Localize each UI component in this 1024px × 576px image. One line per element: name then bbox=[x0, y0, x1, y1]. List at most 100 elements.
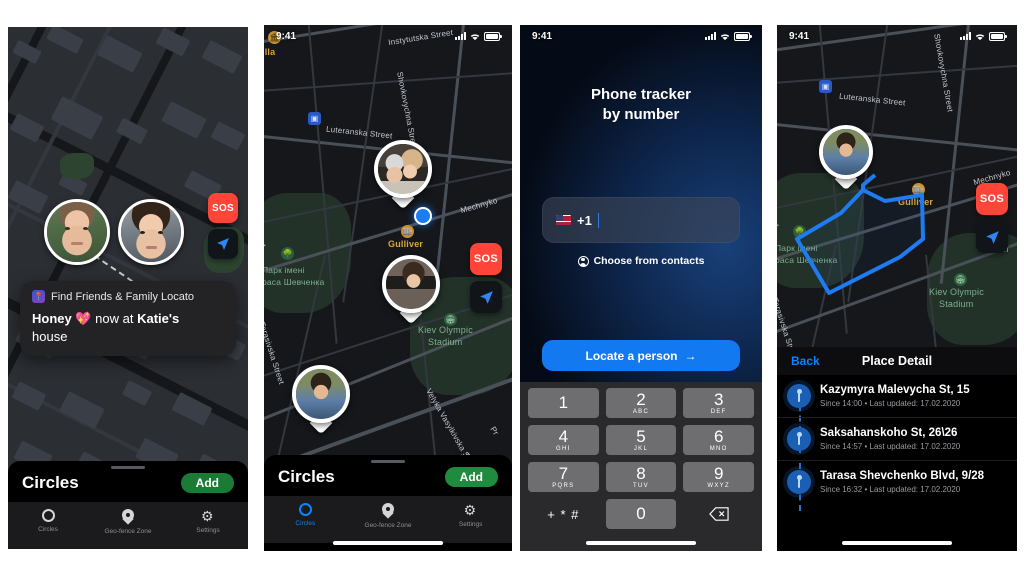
avatar-pin-man[interactable] bbox=[292, 365, 350, 435]
page-title-line1: Phone tracker bbox=[590, 86, 692, 103]
tab-circles[interactable]: Circles bbox=[264, 503, 347, 529]
avatar-friend-1[interactable] bbox=[44, 199, 110, 265]
key-letters: PQRS bbox=[552, 482, 575, 489]
place-address: Saksahanskoho St, 26\26 bbox=[820, 427, 958, 439]
tab-bar-1: Circles Geo-fence Zone ⚙ Settings bbox=[8, 502, 248, 549]
notification-line2: house bbox=[32, 328, 68, 344]
tab-circles[interactable]: Circles bbox=[8, 509, 88, 535]
phone-number-input[interactable]: +1 bbox=[542, 197, 740, 243]
notification-place-owner: Katie's bbox=[137, 311, 180, 326]
key-letters: TUV bbox=[633, 482, 649, 489]
avatar-pin-couple[interactable] bbox=[374, 140, 432, 210]
place-list[interactable]: Kazymyra Malevycha St, 15 Since 14:00 • … bbox=[777, 375, 1017, 551]
keypad-row: + * # 0 bbox=[528, 499, 754, 529]
sheet-title: Circles bbox=[22, 473, 79, 492]
navigate-button-2[interactable] bbox=[470, 281, 502, 313]
choose-contacts-label: Choose from contacts bbox=[593, 255, 705, 267]
notification-header: 📍 Find Friends & Family Locato bbox=[32, 290, 224, 303]
phone-panel-friends-map: SOS 📍 Find Friends & Family Locato Honey… bbox=[8, 27, 248, 549]
circle-icon bbox=[298, 503, 312, 516]
place-pin-2[interactable] bbox=[901, 230, 927, 264]
sheet-grabber[interactable] bbox=[371, 460, 405, 463]
tab-settings[interactable]: ⚙ Settings bbox=[429, 503, 512, 529]
place-list-item[interactable]: Saksahanskoho St, 26\26 Since 14:57 • La… bbox=[777, 417, 1017, 460]
map-label-park-1: Парк імені bbox=[264, 265, 305, 275]
choose-from-contacts-button[interactable]: Choose from contacts bbox=[520, 255, 762, 267]
tab-geofence[interactable]: Geo-fence Zone bbox=[88, 509, 168, 535]
key-digit: 9 bbox=[713, 463, 724, 483]
key-3[interactable]: 3 DEF bbox=[683, 388, 755, 418]
avatar-pin-man-4[interactable] bbox=[819, 125, 873, 191]
tab-geofence[interactable]: Geo-fence Zone bbox=[347, 503, 430, 529]
phone-panel-place-detail: ▣ 🏬 🌳 🏟 Shovkovychna Street Luteranska S… bbox=[777, 25, 1017, 551]
key-9[interactable]: 9 WXYZ bbox=[683, 462, 755, 492]
notification-person: Honey bbox=[32, 311, 72, 326]
locate-person-button[interactable]: Locate a person → bbox=[542, 340, 740, 371]
bottom-sheet-2: Circles Add Circles Geo-fence Zone ⚙ Set… bbox=[264, 455, 512, 551]
wifi-icon bbox=[720, 33, 730, 40]
avatar-friend-2[interactable] bbox=[118, 199, 184, 265]
place-pin-1[interactable] bbox=[825, 200, 851, 234]
tab-settings-label: Settings bbox=[458, 521, 483, 528]
add-button[interactable]: Add bbox=[444, 467, 498, 487]
backspace-icon bbox=[708, 507, 729, 521]
sos-button-1[interactable]: SOS bbox=[208, 193, 238, 223]
key-digit: 8 bbox=[636, 463, 646, 483]
map-label-mechnyko: Mechnyko bbox=[459, 195, 499, 216]
tab-geofence-label: Geo-fence Zone bbox=[364, 522, 412, 529]
sheet-grabber[interactable] bbox=[111, 466, 145, 469]
sos-button-2[interactable]: SOS bbox=[470, 243, 502, 275]
place-list-item[interactable]: Tarasa Shevchenko Blvd, 9/28 Since 16:32… bbox=[777, 460, 1017, 503]
key-digit: 6 bbox=[713, 426, 724, 446]
home-indicator bbox=[333, 541, 443, 545]
key-1[interactable]: 1 bbox=[528, 388, 599, 418]
place-list-item[interactable]: Kazymyra Malevycha St, 15 Since 14:00 • … bbox=[777, 375, 1017, 417]
notification-card[interactable]: 📍 Find Friends & Family Locato Honey 💖 n… bbox=[20, 281, 236, 357]
sos-button-4[interactable]: SOS bbox=[976, 183, 1008, 215]
place-meta: Since 16:32 • Last updated: 17.02.2020 bbox=[820, 485, 961, 494]
page-title-line2: by number bbox=[602, 105, 680, 123]
arrow-right-icon: → bbox=[684, 348, 697, 363]
key-digit: 4 bbox=[558, 426, 569, 446]
location-pin-icon bbox=[787, 384, 811, 408]
status-indicators bbox=[960, 31, 1007, 41]
key-letters: JKL bbox=[633, 445, 649, 452]
add-button[interactable]: Add bbox=[180, 473, 234, 493]
country-code: +1 bbox=[577, 212, 592, 228]
key-2[interactable]: 2 ABC bbox=[605, 388, 677, 418]
key-letters: MNO bbox=[709, 445, 728, 452]
navigate-button-4[interactable] bbox=[976, 221, 1008, 253]
screenshot-stage: SOS 📍 Find Friends & Family Locato Honey… bbox=[0, 0, 1024, 576]
navigate-button-1[interactable] bbox=[208, 229, 238, 259]
poi-icon-park: 🌳 bbox=[281, 247, 294, 260]
battery-icon bbox=[734, 31, 752, 41]
key-symbol-label: + * # bbox=[547, 506, 580, 522]
key-6[interactable]: 6 MNO bbox=[683, 425, 755, 455]
map-label-stadium-1: Kiev Olympic bbox=[418, 325, 473, 335]
key-letters: WXYZ bbox=[707, 482, 730, 489]
status-time: 9:41 bbox=[532, 30, 553, 42]
key-8[interactable]: 8 TUV bbox=[605, 462, 677, 492]
key-delete[interactable] bbox=[683, 499, 754, 529]
notification-mid: now at bbox=[95, 311, 134, 326]
key-7[interactable]: 7 PQRS bbox=[528, 462, 599, 492]
key-symbols[interactable]: + * # bbox=[528, 499, 599, 529]
key-4[interactable]: 4 GHI bbox=[528, 425, 599, 455]
cellular-icon bbox=[455, 32, 466, 40]
tab-settings[interactable]: ⚙ Settings bbox=[168, 509, 248, 535]
locate-button-label: Locate a person bbox=[585, 348, 678, 363]
map-pin-icon bbox=[382, 503, 394, 518]
status-indicators bbox=[705, 31, 752, 41]
map-label-gulliver: Gulliver bbox=[388, 239, 424, 249]
location-pin-icon bbox=[787, 470, 811, 494]
poi-icon-gulliver: 🏬 bbox=[401, 225, 414, 238]
map-label-tarasivska: Tarasivska Street bbox=[264, 321, 287, 386]
key-0[interactable]: 0 bbox=[605, 499, 677, 529]
phone-panel-phone-tracker: 9:41 Phone tracker by number +1 Choose f… bbox=[520, 25, 762, 551]
battery-icon bbox=[989, 31, 1007, 41]
key-letters: ABC bbox=[632, 408, 650, 415]
keypad-row: 4 GHI 5 JKL 6 MNO bbox=[528, 425, 755, 455]
key-5[interactable]: 5 JKL bbox=[605, 425, 677, 455]
app-icon: 📍 bbox=[32, 290, 45, 303]
avatar-pin-woman[interactable] bbox=[382, 255, 440, 325]
